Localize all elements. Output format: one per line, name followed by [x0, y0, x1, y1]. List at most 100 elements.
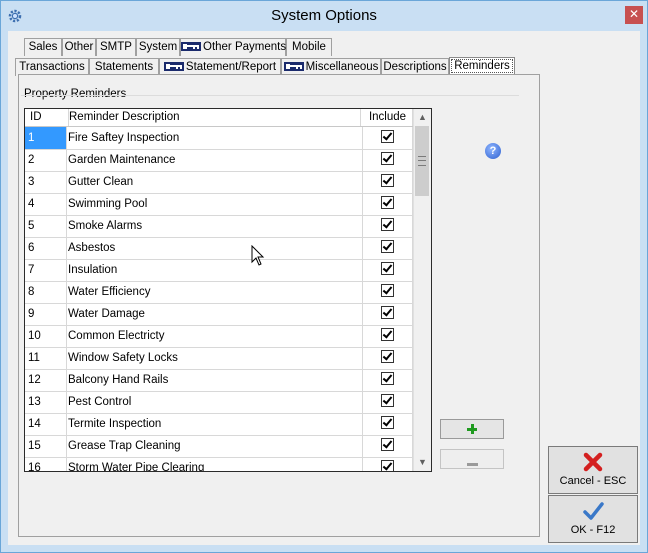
row-description[interactable]: Asbestos [66, 237, 363, 259]
row-id[interactable]: 2 [25, 149, 67, 171]
ok-button[interactable]: OK - F12 [548, 495, 638, 543]
tab-label: System [138, 41, 178, 53]
table-row[interactable]: 12 Balcony Hand Rails [25, 369, 413, 392]
row-description[interactable]: Common Electricty [66, 325, 363, 347]
row-id[interactable]: 3 [25, 171, 67, 193]
table-row[interactable]: 13 Pest Control [25, 391, 413, 414]
table-row[interactable]: 3 Gutter Clean [25, 171, 413, 194]
row-description[interactable]: Water Efficiency [66, 281, 363, 303]
row-description[interactable]: Fire Saftey Inspection [66, 127, 363, 149]
tab-system[interactable]: System [136, 38, 180, 56]
tab-other-payments[interactable]: Other Payments [180, 38, 286, 56]
client-area: Sales Other SMTP System Other Payments Mobile… [8, 31, 640, 545]
scrollbar-thumb[interactable] [415, 126, 429, 196]
include-checkbox[interactable] [381, 284, 394, 297]
row-include [363, 369, 413, 391]
row-id[interactable]: 6 [25, 237, 67, 259]
include-checkbox[interactable] [381, 240, 394, 253]
reminders-grid[interactable]: ID Reminder Description Include 1 Fire Sa… [24, 108, 432, 472]
row-description[interactable]: Storm Water Pipe Clearing [66, 457, 363, 471]
row-id[interactable]: 5 [25, 215, 67, 237]
row-id[interactable]: 16 [25, 457, 67, 471]
include-checkbox[interactable] [381, 328, 394, 341]
row-id[interactable]: 10 [25, 325, 67, 347]
include-checkbox[interactable] [381, 416, 394, 429]
row-include [363, 127, 413, 149]
row-description[interactable]: Termite Inspection [66, 413, 363, 435]
table-row[interactable]: 9 Water Damage [25, 303, 413, 326]
row-include [363, 259, 413, 281]
include-checkbox[interactable] [381, 262, 394, 275]
tab-other[interactable]: Other [62, 38, 96, 56]
row-include [363, 303, 413, 325]
row-id[interactable]: 14 [25, 413, 67, 435]
table-row[interactable]: 14 Termite Inspection [25, 413, 413, 436]
row-id[interactable]: 8 [25, 281, 67, 303]
remove-reminder-button[interactable] [440, 449, 504, 469]
row-description[interactable]: Gutter Clean [66, 171, 363, 193]
row-description[interactable]: Insulation [66, 259, 363, 281]
include-checkbox[interactable] [381, 372, 394, 385]
include-checkbox[interactable] [381, 152, 394, 165]
row-id[interactable]: 9 [25, 303, 67, 325]
help-icon[interactable]: ? [485, 143, 501, 159]
tab-mobile[interactable]: Mobile [286, 38, 332, 56]
table-row[interactable]: 8 Water Efficiency [25, 281, 413, 304]
tab-smtp[interactable]: SMTP [96, 38, 136, 56]
table-row[interactable]: 2 Garden Maintenance [25, 149, 413, 172]
row-id[interactable]: 12 [25, 369, 67, 391]
include-checkbox[interactable] [381, 306, 394, 319]
table-row[interactable]: 16 Storm Water Pipe Clearing [25, 457, 413, 471]
tab-label: Other Payments [203, 41, 287, 53]
row-description[interactable]: Garden Maintenance [66, 149, 363, 171]
close-button[interactable]: ✕ [625, 6, 643, 24]
include-checkbox[interactable] [381, 460, 394, 471]
row-description[interactable]: Swimming Pool [66, 193, 363, 215]
column-header-id[interactable]: ID [25, 109, 69, 126]
include-checkbox[interactable] [381, 174, 394, 187]
row-id[interactable]: 1 [25, 127, 67, 149]
tab-label: Miscellaneous [305, 61, 379, 73]
title-bar[interactable]: System Options ✕ [1, 1, 647, 31]
table-row[interactable]: 4 Swimming Pool [25, 193, 413, 216]
row-include [363, 457, 413, 471]
table-row[interactable]: 15 Grease Trap Cleaning [25, 435, 413, 458]
table-row[interactable]: 5 Smoke Alarms [25, 215, 413, 238]
tab-label: SMTP [100, 41, 132, 53]
row-description[interactable]: Window Safety Locks [66, 347, 363, 369]
row-id[interactable]: 7 [25, 259, 67, 281]
grid-vertical-scrollbar[interactable]: ▲ ▼ [413, 109, 431, 471]
column-header-description[interactable]: Reminder Description [69, 109, 361, 126]
include-checkbox[interactable] [381, 394, 394, 407]
row-include [363, 193, 413, 215]
row-description[interactable]: Balcony Hand Rails [66, 369, 363, 391]
table-row[interactable]: 11 Window Safety Locks [25, 347, 413, 370]
table-row[interactable]: 10 Common Electricty [25, 325, 413, 348]
scroll-down-icon[interactable]: ▼ [414, 454, 431, 471]
tab-label: Other [64, 41, 94, 53]
checkmark-icon [583, 502, 604, 520]
include-checkbox[interactable] [381, 350, 394, 363]
include-checkbox[interactable] [381, 218, 394, 231]
row-id[interactable]: 13 [25, 391, 67, 413]
column-header-include[interactable]: Include [363, 109, 413, 126]
cancel-button[interactable]: Cancel - ESC [548, 446, 638, 494]
row-description[interactable]: Pest Control [66, 391, 363, 413]
table-row[interactable]: 6 Asbestos [25, 237, 413, 260]
row-description[interactable]: Smoke Alarms [66, 215, 363, 237]
row-id[interactable]: 15 [25, 435, 67, 457]
add-reminder-button[interactable] [440, 419, 504, 439]
include-checkbox[interactable] [381, 196, 394, 209]
table-row[interactable]: 1 Fire Saftey Inspection [25, 127, 413, 150]
tab-sales[interactable]: Sales [24, 38, 62, 56]
scroll-up-icon[interactable]: ▲ [414, 109, 431, 126]
table-row[interactable]: 7 Insulation [25, 259, 413, 282]
include-checkbox[interactable] [381, 438, 394, 451]
row-description[interactable]: Water Damage [66, 303, 363, 325]
row-description[interactable]: Grease Trap Cleaning [66, 435, 363, 457]
include-checkbox[interactable] [381, 130, 394, 143]
row-id[interactable]: 11 [25, 347, 67, 369]
row-id[interactable]: 4 [25, 193, 67, 215]
tab-label: Reminders [451, 59, 513, 73]
row-include [363, 281, 413, 303]
